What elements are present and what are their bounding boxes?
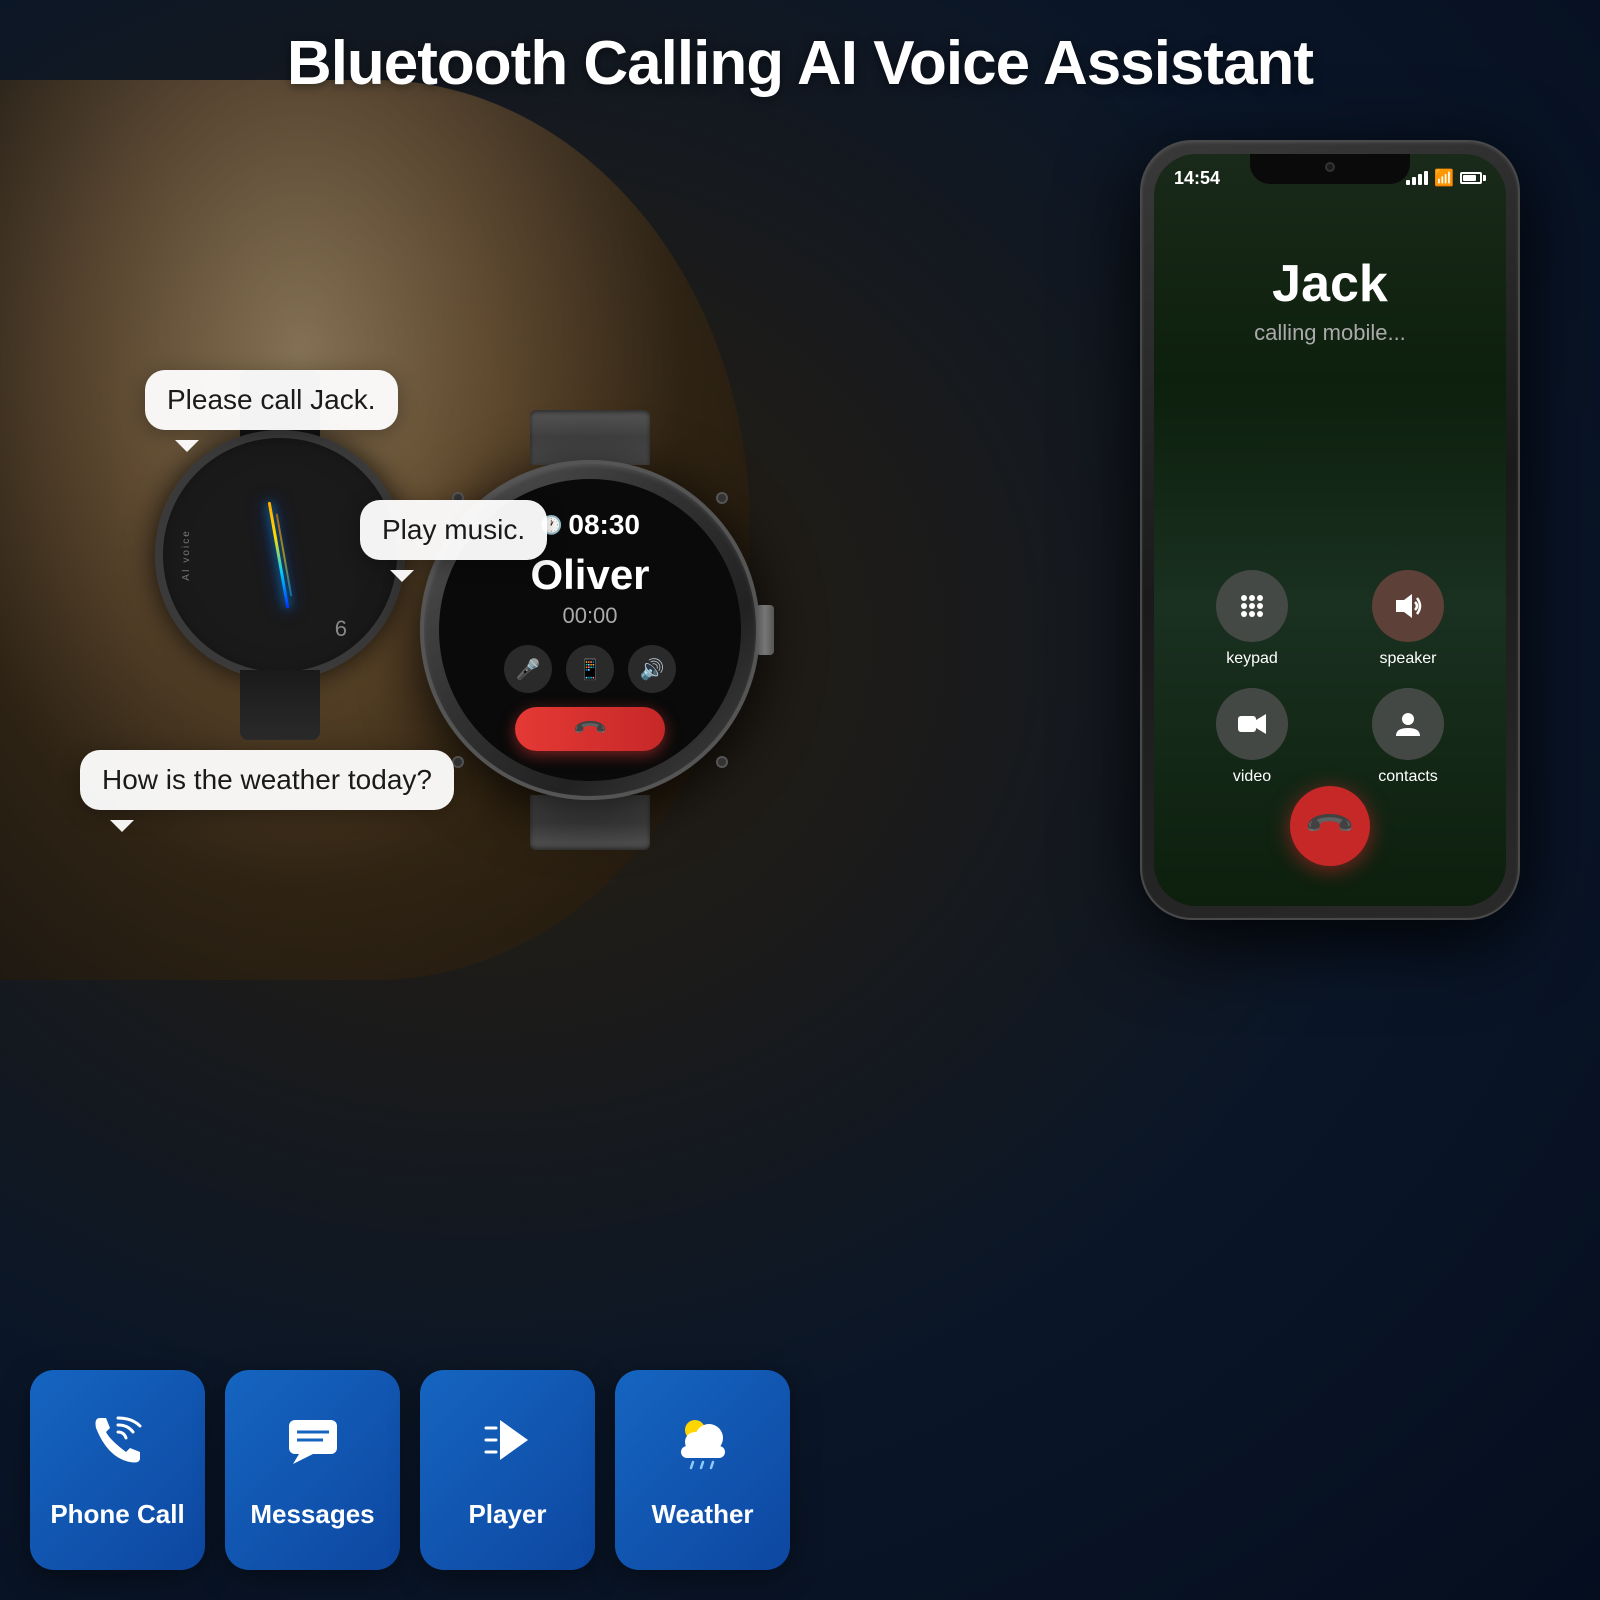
phone-status-icons: 📶 bbox=[1406, 168, 1486, 188]
volume-up-button[interactable] bbox=[1140, 342, 1142, 382]
ai-voice-label: AI voice bbox=[181, 529, 192, 581]
phone-keypad-btn[interactable]: keypad bbox=[1184, 570, 1320, 668]
feature-tile-player[interactable]: Player bbox=[420, 1370, 595, 1570]
watch-band-top bbox=[530, 410, 650, 465]
phone-screen: 14:54 📶 bbox=[1154, 154, 1506, 906]
feature-tile-weather[interactable]: Weather bbox=[615, 1370, 790, 1570]
watch-caller-name: Oliver bbox=[530, 551, 649, 599]
phone-call-label: Phone Call bbox=[50, 1499, 184, 1530]
bubble-play-music: Play music. bbox=[360, 500, 547, 560]
messages-label: Messages bbox=[250, 1499, 374, 1530]
power-button[interactable] bbox=[1518, 372, 1520, 432]
weather-label: Weather bbox=[651, 1499, 753, 1530]
phone-caller-status: calling mobile... bbox=[1254, 320, 1406, 346]
watch-small-band-bottom bbox=[240, 670, 320, 740]
speaker-btn-icon[interactable] bbox=[1372, 570, 1444, 642]
bubble-please-call: Please call Jack. bbox=[145, 370, 398, 430]
weather-icon bbox=[673, 1410, 733, 1483]
voice-wave bbox=[250, 495, 310, 615]
phone-end-call-row: 📞 bbox=[1154, 786, 1506, 866]
watch-small-number: 6 bbox=[335, 616, 347, 642]
contacts-btn-icon[interactable] bbox=[1372, 688, 1444, 760]
keypad-label: keypad bbox=[1226, 650, 1278, 668]
phone-status-bar: 14:54 📶 bbox=[1154, 154, 1506, 194]
video-label: video bbox=[1233, 768, 1271, 786]
contacts-label: contacts bbox=[1378, 768, 1438, 786]
phone-caller-name: Jack bbox=[1272, 254, 1388, 314]
watch-screw-tr bbox=[716, 492, 728, 504]
phone-call-area: Jack calling mobile... bbox=[1154, 214, 1506, 366]
wifi-icon: 📶 bbox=[1434, 168, 1454, 188]
signal-icon bbox=[1406, 171, 1428, 185]
phone-time: 14:54 bbox=[1174, 168, 1220, 189]
watch-speaker-button[interactable]: 🔊 bbox=[628, 645, 676, 693]
phone-contacts-btn[interactable]: contacts bbox=[1340, 688, 1476, 786]
feature-tile-phone-call[interactable]: Phone Call bbox=[30, 1370, 205, 1570]
feature-tile-messages[interactable]: Messages bbox=[225, 1370, 400, 1570]
watch-phone-button[interactable]: 📱 bbox=[566, 645, 614, 693]
volume-down-button[interactable] bbox=[1140, 397, 1142, 437]
phone-end-call-button[interactable]: 📞 bbox=[1290, 786, 1370, 866]
phone-speaker-btn[interactable]: speaker bbox=[1340, 570, 1476, 668]
end-call-icon: 📞 bbox=[1302, 798, 1357, 853]
bubble-weather: How is the weather today? bbox=[80, 750, 454, 810]
phone-call-buttons: keypad speaker bbox=[1154, 570, 1506, 786]
video-btn-icon[interactable] bbox=[1216, 688, 1288, 760]
watch-call-controls: 🎤 📱 🔊 bbox=[504, 645, 676, 693]
phone-video-btn[interactable]: video bbox=[1184, 688, 1320, 786]
watch-time: 08:30 bbox=[568, 509, 640, 541]
keypad-btn-icon[interactable] bbox=[1216, 570, 1288, 642]
watch-call-duration: 00:00 bbox=[562, 603, 617, 629]
player-label: Player bbox=[468, 1499, 546, 1530]
phone: 14:54 📶 bbox=[1140, 140, 1520, 920]
watch-time-row: 🕐 08:30 bbox=[540, 509, 640, 541]
messages-icon bbox=[283, 1410, 343, 1483]
watch-small-screen: AI voice 6 bbox=[163, 438, 397, 672]
watch-end-call-button[interactable]: 📞 bbox=[515, 707, 665, 751]
page-title: Bluetooth Calling AI Voice Assistant bbox=[0, 28, 1600, 99]
watch-band-bottom bbox=[530, 795, 650, 850]
phone-body: 14:54 📶 bbox=[1140, 140, 1520, 920]
player-icon bbox=[478, 1410, 538, 1483]
speaker-label: speaker bbox=[1380, 650, 1437, 668]
phone-call-icon bbox=[88, 1410, 148, 1483]
battery-icon bbox=[1460, 172, 1486, 184]
watch-crown bbox=[756, 605, 774, 655]
feature-tiles: Phone Call Messages Player bbox=[30, 1370, 790, 1570]
watch-screw-br bbox=[716, 756, 728, 768]
watch-mic-button[interactable]: 🎤 bbox=[504, 645, 552, 693]
